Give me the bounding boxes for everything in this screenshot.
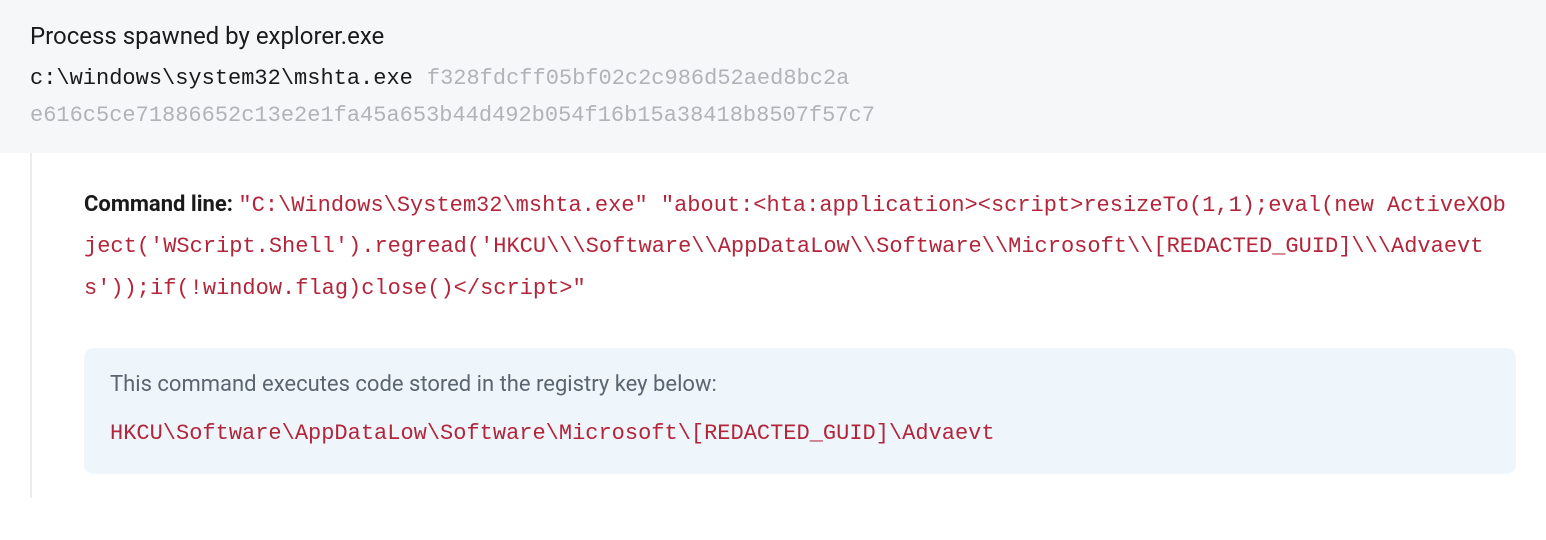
process-body: Command line: "C:\Windows\System32\mshta… <box>30 153 1546 498</box>
process-header: Process spawned by explorer.exe c:\windo… <box>0 0 1546 153</box>
info-description: This command executes code stored in the… <box>110 372 1490 397</box>
command-line-row: Command line: "C:\Windows\System32\mshta… <box>84 185 1516 310</box>
command-line-value: "C:\Windows\System32\mshta.exe" "about:<… <box>84 193 1506 301</box>
info-registry-key: HKCU\Software\AppDataLow\Software\Micros… <box>110 421 1490 446</box>
header-title: Process spawned by explorer.exe <box>30 22 1516 50</box>
info-box: This command executes code stored in the… <box>84 348 1516 474</box>
command-line-label: Command line: <box>84 192 233 217</box>
hash-md5: f328fdcff05bf02c2c986d52aed8bc2a <box>427 66 849 91</box>
process-path: c:\windows\system32\mshta.exe <box>30 66 413 91</box>
header-meta: c:\windows\system32\mshta.exe f328fdcff05… <box>30 60 1516 135</box>
hash-sha256: e616c5ce71886652c13e2e1fa45a653b44d492b0… <box>30 103 875 128</box>
